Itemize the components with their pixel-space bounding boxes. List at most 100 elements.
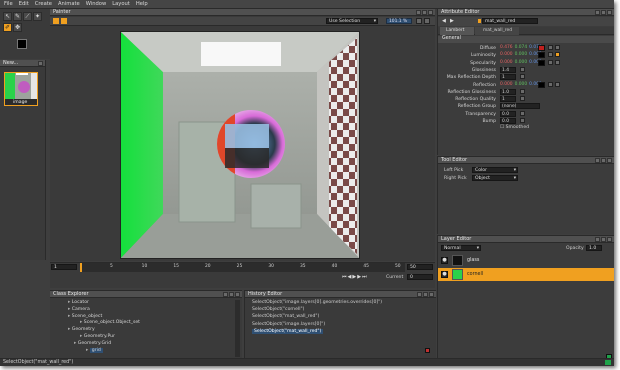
attribute-value-field[interactable]: 0.0 [500,118,516,124]
playhead[interactable] [80,263,82,272]
rgb-g-value[interactable]: 0.000 [515,52,528,57]
opacity-field[interactable]: 1.0 [586,245,602,251]
foreground-color-swatch[interactable] [17,39,27,49]
forward-arrow-icon[interactable]: ▶ [450,18,454,24]
ae-max-icon[interactable] [601,10,606,15]
render-viewport[interactable] [120,31,360,259]
timeline-start-field[interactable]: 1 [51,264,77,270]
ce-close-icon[interactable] [235,292,240,297]
move-tool-icon[interactable]: ✥ [13,23,22,32]
menu-file[interactable]: File [4,1,13,7]
le-float-icon[interactable] [595,237,600,242]
he-max-icon[interactable] [423,292,428,297]
te-close-icon[interactable] [607,158,612,163]
image-thumbnail[interactable]: image [4,72,38,106]
left-pick-select[interactable]: Color ▾ [472,167,518,173]
history-item[interactable]: SelectObject("mat_wall_red") [252,328,324,334]
next-frame-icon[interactable]: ▶ [357,274,361,280]
menu-create[interactable]: Create [35,1,52,7]
fit-view-icon[interactable] [416,18,422,24]
object-name-field[interactable]: mat_wall_red [482,18,538,24]
right-pick-select[interactable]: Object ▾ [472,175,518,181]
prev-frame-icon[interactable]: ◀ [348,274,352,280]
attribute-value-field[interactable]: 0.0 [500,110,516,117]
tree-item[interactable]: ▸ Locator [68,300,89,305]
painter-max-icon[interactable] [422,10,427,15]
link-icon[interactable] [555,45,560,50]
camera-select[interactable]: Use Selection ▾ [326,18,378,24]
attribute-value-field[interactable]: 1 [500,96,516,103]
history-item[interactable]: SelectObject("mat_wall_red") [252,314,319,319]
menu-edit[interactable]: Edit [19,1,29,7]
attribute-value-field[interactable]: 1.0 [500,88,516,95]
smoothed-checkbox[interactable]: ☐ Smoothed [500,125,529,130]
painter-close-icon[interactable] [428,10,433,15]
current-frame-field[interactable]: 0 [407,274,433,280]
texture-icon[interactable] [548,81,553,87]
slider-icon[interactable] [520,110,525,116]
ae-float-icon[interactable] [595,10,600,15]
rgb-r-value[interactable]: 0.476 [500,45,513,50]
texture-icon[interactable] [548,52,553,58]
le-close-icon[interactable] [607,237,612,242]
rgb-r-value[interactable]: 0.000 [500,52,513,57]
history-item[interactable]: SelectObject("image.layers[0].geometries… [252,300,382,305]
zoom-field[interactable]: 101.1 % [386,18,412,24]
te-float-icon[interactable] [595,158,600,163]
render-icon[interactable] [61,18,67,24]
texture-icon[interactable] [548,59,553,65]
clear-history-icon[interactable] [425,348,430,353]
ce-max-icon[interactable] [229,292,234,297]
render-region-icon[interactable] [53,18,59,24]
eyedropper-tool-icon[interactable]: ⟋ [23,12,32,21]
attribute-value-field[interactable]: 1 [500,74,516,81]
menu-window[interactable]: Window [86,1,106,7]
tab-mat-wall-red[interactable]: mat_wall_red [475,27,519,35]
he-float-icon[interactable] [417,292,422,297]
history-item[interactable]: SelectObject("image.layers[0]") [252,322,325,327]
ae-close-icon[interactable] [607,10,612,15]
tab-lambert[interactable]: Lambert [440,27,474,35]
visibility-eye-icon[interactable]: ● [441,257,448,264]
link-icon[interactable] [555,59,560,65]
section-general[interactable]: General [438,36,614,43]
rgb-g-value[interactable]: 0.000 [515,60,528,65]
panel-close-icon[interactable] [38,61,43,66]
te-max-icon[interactable] [601,158,606,163]
ce-float-icon[interactable] [223,292,228,297]
layer-row-glass[interactable]: ● glass [438,254,614,267]
color-swatch[interactable] [538,59,545,66]
slider-icon[interactable] [520,74,525,80]
last-frame-icon[interactable]: ⏭ [362,274,367,280]
play-icon[interactable]: ▶ [352,274,356,280]
texture-icon[interactable] [548,45,553,50]
link-icon[interactable] [555,81,560,87]
timeline-end-field[interactable]: 50 [407,264,433,270]
attribute-value-field[interactable]: 1.4 [500,66,516,73]
rgb-r-value[interactable]: 0.000 [500,60,513,65]
color-swatch[interactable] [538,45,545,51]
slider-icon[interactable] [520,96,525,102]
menu-animate[interactable]: Animate [58,1,80,7]
slider-icon[interactable] [520,66,525,72]
select-tool-icon[interactable]: ↖ [3,12,12,21]
tree-item[interactable]: ▸ Scene_object [68,314,102,319]
rgb-r-value[interactable]: 0.000 [500,82,513,87]
paint-tool-icon[interactable]: ✎ [13,12,22,21]
magic-tool-icon[interactable]: ✦ [33,12,42,21]
tree-item[interactable]: ▸ Camera [68,307,90,312]
menu-layout[interactable]: Layout [112,1,130,7]
layer-row-cornell[interactable]: ● cornell [438,268,614,281]
slider-icon[interactable] [520,118,525,123]
link-icon[interactable] [555,52,560,58]
class-explorer-scrollbar[interactable] [235,300,240,357]
view-options-icon[interactable] [424,18,430,24]
le-max-icon[interactable] [601,237,606,242]
rgb-g-value[interactable]: 0.000 [515,82,528,87]
slider-icon[interactable] [520,88,525,94]
tree-item[interactable]: ▸ Geometry [68,327,95,332]
color-swatch[interactable] [538,81,545,88]
tree-item[interactable]: ▸ Geometry.Pur [80,334,115,339]
tree-item[interactable]: ▸ Geometry.Grid [74,341,111,346]
timeline-ruler[interactable]: 5 10 15 20 25 30 35 40 45 50 [80,263,405,272]
